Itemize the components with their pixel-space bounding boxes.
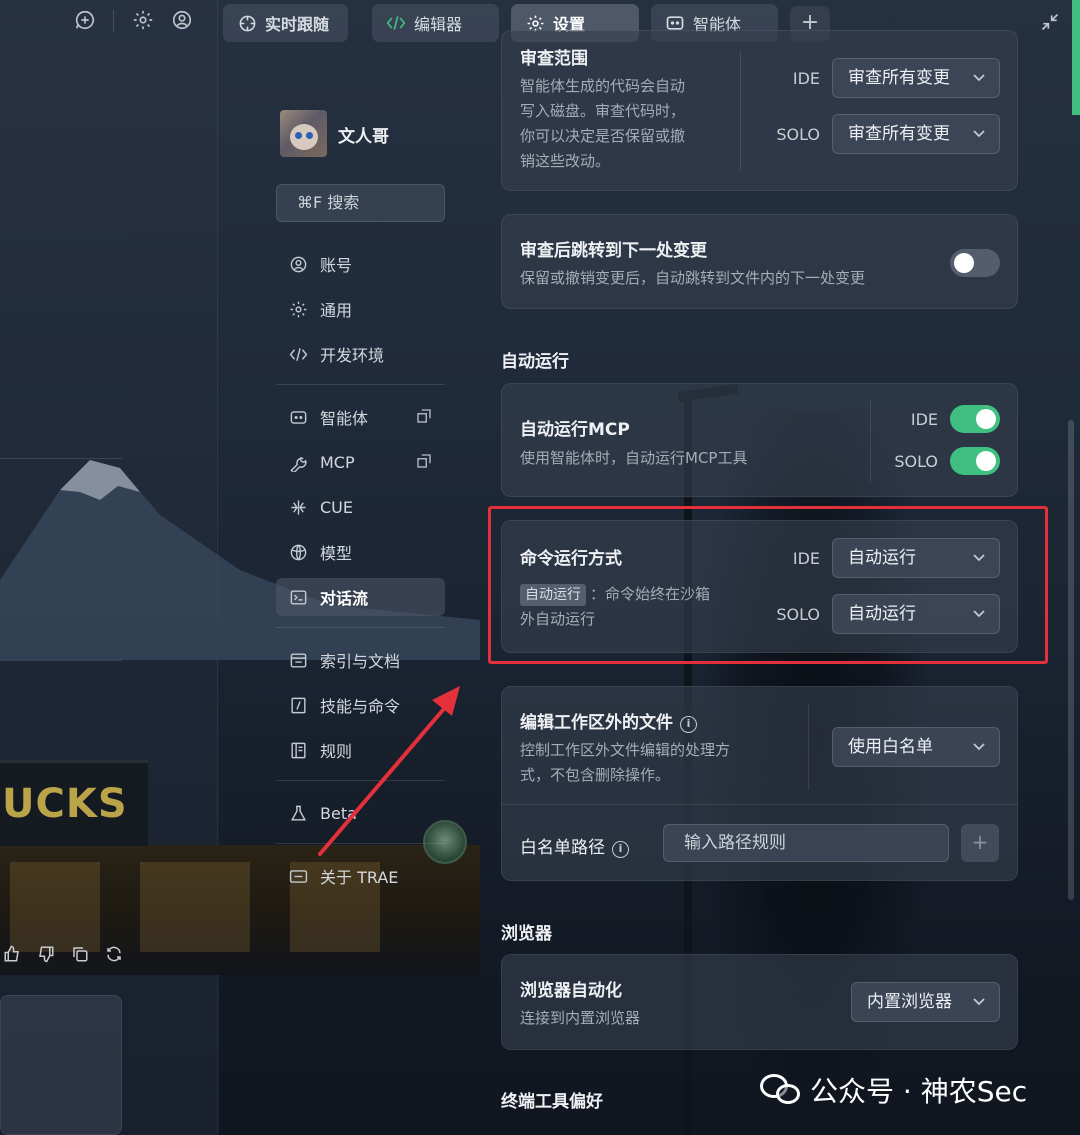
message-actions (0, 945, 124, 965)
solo-label: SOLO (776, 125, 820, 144)
sidebar-item-label: 账号 (320, 256, 353, 275)
watermark: 公众号 · 神农Sec (760, 1070, 1027, 1110)
gear-icon[interactable] (132, 9, 154, 31)
sidebar-item-label: CUE (320, 497, 353, 517)
collapse-icon[interactable] (1040, 12, 1062, 34)
chat-input-box[interactable] (0, 995, 122, 1135)
divider (0, 660, 122, 661)
review-scope-title: 审查范围 (520, 49, 588, 69)
thumbs-up-icon[interactable] (2, 945, 22, 965)
sidebar-item-dev-env[interactable]: 开发环境 (276, 335, 445, 373)
add-whitelist-button[interactable]: + (961, 824, 999, 862)
code-icon (288, 344, 308, 364)
arrow-annotation (318, 686, 460, 856)
ide-label: IDE (792, 69, 820, 88)
external-link-icon (415, 407, 435, 427)
thumbs-down-icon[interactable] (36, 945, 56, 965)
user-circle-icon[interactable] (171, 9, 193, 31)
chevron-down-icon (972, 59, 986, 97)
store-sign: UCKS (0, 760, 148, 846)
left-chat-panel (0, 0, 218, 1135)
profile-name: 文人哥 (338, 127, 389, 147)
sidebar-item-label: 通用 (320, 301, 353, 320)
browser-section-title: 浏览器 (501, 924, 552, 944)
crosshair-icon (237, 13, 257, 33)
divider (0, 458, 122, 459)
whitelist-path-input[interactable]: 输入路径规则 (663, 824, 949, 862)
solo-label: SOLO (894, 452, 938, 471)
ide-label: IDE (910, 410, 938, 429)
sidebar-item-cue[interactable]: CUE (276, 488, 445, 526)
jump-after-review-title: 审查后跳转到下一处变更 (520, 241, 707, 261)
browser-automation-desc: 连接到内置浏览器 (520, 1009, 641, 1027)
sidebar-item-label: 模型 (320, 544, 353, 563)
sidebar-item-label: MCP (320, 452, 355, 472)
copy-icon[interactable] (70, 945, 90, 965)
chevron-down-icon (972, 728, 986, 766)
sidebar-item-label: 开发环境 (320, 346, 385, 365)
jump-after-review-card (501, 214, 1018, 309)
auto-run-mcp-ide-toggle[interactable] (950, 405, 1000, 433)
terminal-section-title: 终端工具偏好 (501, 1092, 603, 1112)
sidebar-item-general[interactable]: 通用 (276, 290, 445, 328)
code-icon (386, 13, 406, 33)
tab-label: 实时跟随 (265, 15, 330, 34)
divider (276, 627, 445, 628)
tab-editor[interactable]: 编辑器 (372, 4, 499, 42)
browser-automation-title: 浏览器自动化 (520, 981, 622, 1001)
tab-live-follow[interactable]: 实时跟随 (223, 4, 348, 42)
jump-after-review-desc: 保留或撤销变更后，自动跳转到文件内的下一处变更 (520, 269, 866, 287)
divider (276, 384, 445, 385)
whitelist-label: 白名单路径 i (520, 833, 629, 858)
review-scope-solo-select[interactable]: 审查所有变更 (832, 114, 1000, 154)
auto-run-mcp-title: 自动运行MCP (520, 420, 630, 440)
sidebar-item-label: 智能体 (320, 409, 369, 428)
scrollbar[interactable] (1068, 420, 1074, 900)
chevron-down-icon (972, 115, 986, 153)
user-circle-icon (288, 254, 308, 274)
sidebar-item-label: 对话流 (320, 589, 369, 608)
sidebar-item-account[interactable]: 账号 (276, 245, 445, 283)
sidebar-item-model[interactable]: 模型 (276, 533, 445, 571)
sidebar-item-label: 索引与文档 (320, 652, 401, 671)
search-input[interactable]: ⌘F 搜索 (276, 184, 445, 222)
new-chat-icon[interactable] (74, 9, 96, 31)
sidebar-item-conversation-flow[interactable]: 对话流 (276, 578, 445, 616)
auto-run-mcp-solo-toggle[interactable] (950, 447, 1000, 475)
tab-label: 编辑器 (414, 15, 463, 34)
avatar[interactable] (280, 110, 327, 157)
sidebar-item-agent[interactable]: 智能体 (276, 398, 445, 436)
browser-select[interactable]: 内置浏览器 (851, 982, 1000, 1022)
auto-run-mcp-card (501, 383, 1018, 497)
info-icon[interactable]: i (680, 716, 697, 733)
outside-files-title: 编辑工作区外的文件 i (520, 708, 697, 733)
gear-icon (288, 299, 308, 319)
chevron-down-icon (972, 983, 986, 1021)
jump-after-review-toggle[interactable] (950, 249, 1000, 277)
model-icon (288, 542, 308, 562)
wechat-icon (760, 1072, 802, 1108)
store-sign-text: UCKS (2, 781, 128, 827)
scroll-accent (1072, 0, 1080, 115)
auto-run-mcp-desc: 使用智能体时，自动运行MCP工具 (520, 449, 748, 467)
refresh-icon[interactable] (104, 945, 124, 965)
terminal-icon (288, 587, 308, 607)
sidebar-item-mcp[interactable]: MCP (276, 443, 445, 481)
auto-run-section-title: 自动运行 (501, 352, 569, 372)
outside-files-desc: 控制工作区外文件编辑的处理方 式，不包含删除操作。 (520, 741, 731, 784)
cue-icon (288, 497, 308, 517)
bot-icon (288, 407, 308, 427)
external-link-icon (415, 452, 435, 472)
index-icon (288, 650, 308, 670)
review-scope-desc: 智能体生成的代码会自动 写入磁盘。审查代码时， 你可以决定是否保留或撤 销这些改… (520, 77, 686, 170)
info-icon[interactable]: i (612, 841, 629, 858)
wrench-icon (288, 452, 308, 472)
review-scope-ide-select[interactable]: 审查所有变更 (832, 58, 1000, 98)
outside-files-select[interactable]: 使用白名单 (832, 727, 1000, 767)
highlight-annotation (488, 506, 1048, 664)
